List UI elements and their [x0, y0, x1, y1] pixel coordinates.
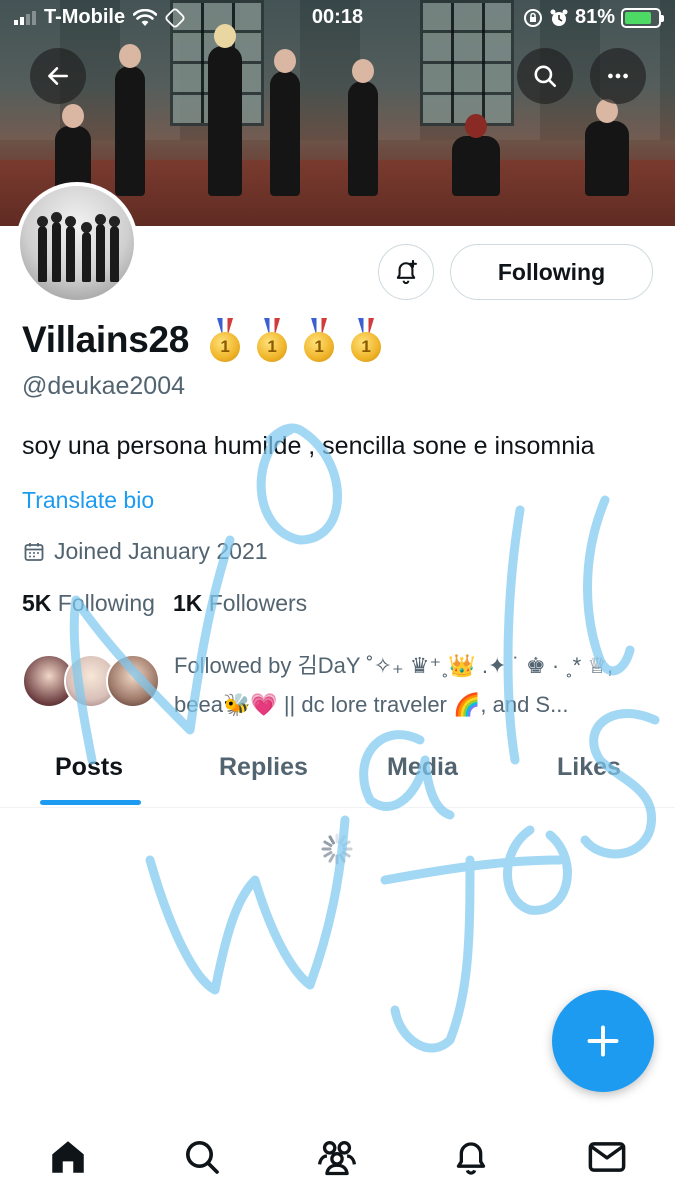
display-name: Villains28 — [22, 319, 190, 360]
nav-communities[interactable] — [312, 1132, 362, 1182]
translate-bio-link[interactable]: Translate bio — [22, 487, 154, 514]
followed-by-text: Followed by 김DaY ˚✧₊ ♛⁺˳👑 .✦ ˙ ♚ · ˳* ♕,… — [174, 646, 624, 724]
tab-likes[interactable]: Likes — [557, 753, 621, 782]
medal-icon: 1 — [347, 318, 385, 362]
home-icon — [52, 1141, 84, 1173]
nav-messages[interactable] — [582, 1132, 632, 1182]
battery-percent: 81% — [574, 6, 615, 28]
notifications-toggle-button[interactable] — [378, 244, 434, 300]
alarm-icon — [550, 9, 568, 26]
tab-posts[interactable]: Posts — [55, 753, 123, 782]
nav-home[interactable] — [43, 1132, 93, 1182]
profile-bio: soy una persona humilde , sencilla sone … — [22, 432, 595, 460]
banner-figure — [585, 99, 629, 196]
followed-by-section[interactable]: Followed by 김DaY ˚✧₊ ♛⁺˳👑 .✦ ˙ ♚ · ˳* ♕,… — [22, 646, 642, 722]
notifications-icon — [456, 1142, 486, 1175]
followed-by-line: beea🐝💗 || dc lore traveler 🌈, and S... — [174, 692, 569, 717]
loading-spinner-icon — [321, 833, 353, 865]
profile-tabs: Posts Replies Media Likes — [0, 745, 675, 808]
messages-icon — [588, 1142, 626, 1172]
active-tab-indicator — [40, 800, 141, 805]
following-button[interactable]: Following — [450, 244, 653, 300]
bottom-navigation — [0, 1118, 675, 1200]
banner-figure — [208, 24, 242, 196]
medal-icon: 1 — [300, 318, 338, 362]
following-stat[interactable]: 5K Following — [22, 590, 155, 617]
nav-notifications[interactable] — [446, 1132, 496, 1182]
status-bar: T-Mobile 00:18 81% — [0, 0, 675, 36]
following-label: Following — [57, 590, 155, 616]
more-icon — [608, 73, 628, 79]
medal-icon: 1 — [206, 318, 244, 362]
tab-media[interactable]: Media — [387, 753, 458, 782]
bell-plus-icon — [396, 259, 417, 285]
search-icon — [186, 1141, 219, 1174]
communities-icon — [317, 1141, 357, 1176]
display-name-row: Villains28 1111 — [22, 318, 385, 362]
plus-icon — [587, 1025, 619, 1057]
search-icon — [534, 65, 557, 88]
battery-icon — [621, 7, 664, 28]
joined-date: Joined January 2021 — [22, 538, 268, 565]
profile-avatar[interactable] — [16, 182, 138, 304]
followers-stat[interactable]: 1K Followers — [173, 590, 307, 617]
follow-stats: 5K Following 1K Followers — [22, 590, 307, 617]
compose-post-button[interactable] — [552, 990, 654, 1092]
orientation-lock-icon — [523, 8, 542, 27]
followers-label: Followers — [208, 590, 308, 616]
user-handle: @deukae2004 — [22, 372, 186, 400]
search-button[interactable] — [517, 48, 573, 104]
followed-by-line: Followed by 김DaY ˚✧₊ ♛⁺˳👑 .✦ ˙ ♚ · ˳* ♕, — [174, 653, 614, 678]
tab-replies[interactable]: Replies — [219, 753, 308, 782]
back-button[interactable] — [30, 48, 86, 104]
more-button[interactable] — [590, 48, 646, 104]
name-badges: 1111 — [197, 318, 385, 362]
banner-figure — [115, 44, 145, 196]
joined-text: Joined January 2021 — [54, 538, 268, 564]
medal-icon: 1 — [253, 318, 291, 362]
back-arrow-icon — [48, 67, 68, 85]
nav-search[interactable] — [177, 1132, 227, 1182]
follower-avatar — [106, 654, 160, 708]
banner-figure — [452, 114, 500, 196]
avatar-image — [20, 186, 134, 300]
banner-figure — [348, 59, 378, 196]
followers-count: 1K — [172, 590, 203, 616]
following-count: 5K — [22, 590, 52, 616]
banner-figure — [270, 49, 300, 196]
calendar-icon — [24, 542, 44, 561]
